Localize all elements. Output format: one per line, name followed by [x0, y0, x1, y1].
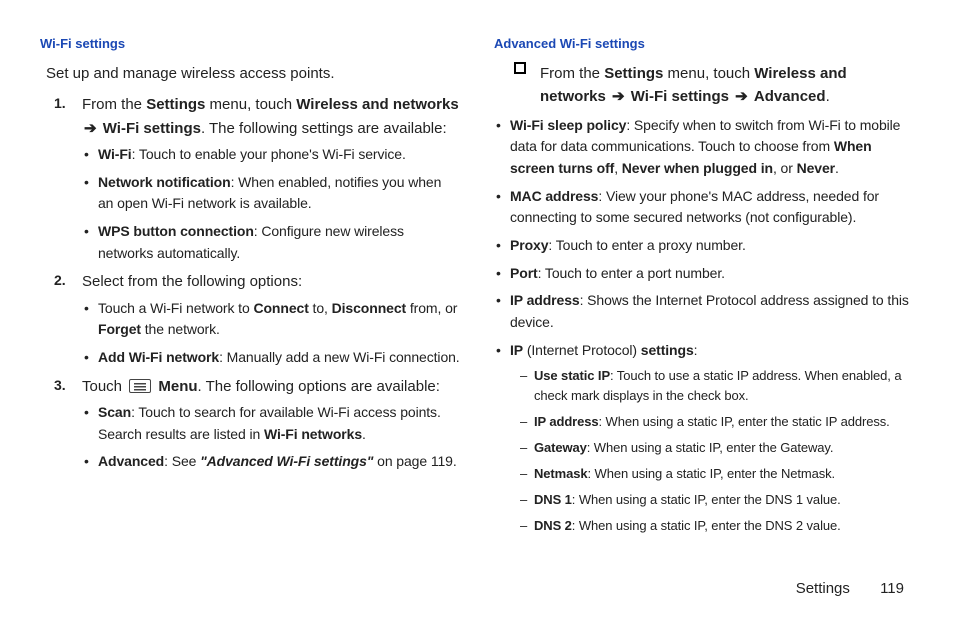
- bullet-wifi: Wi‑Fi: Touch to enable your phone's Wi‑F…: [84, 144, 460, 166]
- menu-icon: [129, 379, 151, 393]
- step-1: 1. From the Settings menu, touch Wireles…: [54, 93, 460, 264]
- bullet-scan: Scan: Touch to search for available Wi‑F…: [84, 402, 460, 445]
- step-3: 3. Touch Menu. The following options are…: [54, 375, 460, 473]
- page-body: Wi-Fi settings Set up and manage wireles…: [0, 0, 954, 570]
- bullet-connect: Touch a Wi‑Fi network to Connect to, Dis…: [84, 298, 460, 341]
- advanced-bullets: Wi‑Fi sleep policy: Specify when to swit…: [496, 115, 914, 537]
- step-2-text: Select from the following options:: [82, 273, 302, 290]
- step-3-text: Touch Menu. The following options are av…: [82, 378, 440, 395]
- wifi-settings-heading: Wi-Fi settings: [40, 34, 460, 54]
- dash-dns2: DNS 2: When using a static IP, enter the…: [520, 516, 914, 536]
- step-1-text: From the Settings menu, touch Wireless a…: [82, 96, 459, 136]
- square-bullet-icon: [514, 62, 526, 74]
- arrow-icon: ➔: [606, 88, 631, 105]
- left-column: Wi-Fi settings Set up and manage wireles…: [40, 30, 470, 570]
- step-2-num: 2.: [54, 270, 66, 292]
- bullet-advanced: Advanced: See "Advanced Wi‑Fi settings" …: [84, 451, 460, 473]
- arrow-icon: ➔: [729, 88, 754, 105]
- right-column: Advanced Wi-Fi settings From the Setting…: [470, 30, 914, 570]
- advanced-wifi-heading: Advanced Wi-Fi settings: [494, 34, 914, 54]
- footer-page-number: 119: [880, 580, 904, 597]
- ip-settings-dashes: Use static IP: Touch to use a static IP …: [520, 366, 914, 537]
- advanced-nav-text: From the Settings menu, touch Wireless a…: [540, 62, 914, 109]
- dash-ip-address: IP address: When using a static IP, ente…: [520, 412, 914, 432]
- page-footer: Settings 119: [0, 570, 954, 597]
- bullet-port: Port: Touch to enter a port number.: [496, 263, 914, 285]
- dash-dns1: DNS 1: When using a static IP, enter the…: [520, 490, 914, 510]
- footer-section: Settings: [796, 580, 850, 597]
- wifi-steps: 1. From the Settings menu, touch Wireles…: [54, 93, 460, 473]
- step-3-bullets: Scan: Touch to search for available Wi‑F…: [84, 402, 460, 473]
- advanced-nav-row: From the Settings menu, touch Wireless a…: [514, 62, 914, 109]
- arrow-icon: ➔: [82, 120, 103, 137]
- bullet-ip-settings: IP (Internet Protocol) settings: Use sta…: [496, 340, 914, 537]
- bullet-ip-address: IP address: Shows the Internet Protocol …: [496, 290, 914, 333]
- bullet-wps: WPS button connection: Configure new wir…: [84, 221, 460, 264]
- bullet-sleep-policy: Wi‑Fi sleep policy: Specify when to swit…: [496, 115, 914, 180]
- step-2: 2. Select from the following options: To…: [54, 270, 460, 368]
- bullet-add-network: Add Wi‑Fi network: Manually add a new Wi…: [84, 347, 460, 369]
- step-1-num: 1.: [54, 93, 66, 115]
- step-3-num: 3.: [54, 375, 66, 397]
- dash-gateway: Gateway: When using a static IP, enter t…: [520, 438, 914, 458]
- wifi-intro: Set up and manage wireless access points…: [46, 62, 460, 85]
- bullet-proxy: Proxy: Touch to enter a proxy number.: [496, 235, 914, 257]
- step-2-bullets: Touch a Wi‑Fi network to Connect to, Dis…: [84, 298, 460, 369]
- dash-netmask: Netmask: When using a static IP, enter t…: [520, 464, 914, 484]
- dash-use-static-ip: Use static IP: Touch to use a static IP …: [520, 366, 914, 406]
- bullet-network-notification: Network notification: When enabled, noti…: [84, 172, 460, 215]
- bullet-mac: MAC address: View your phone's MAC addre…: [496, 186, 914, 229]
- step-1-bullets: Wi‑Fi: Touch to enable your phone's Wi‑F…: [84, 144, 460, 264]
